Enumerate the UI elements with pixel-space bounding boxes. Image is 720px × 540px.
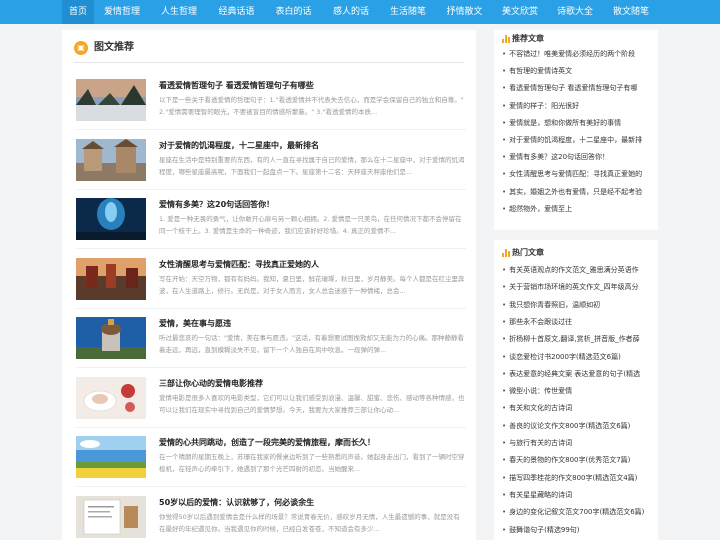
article-item[interactable]: 对于爱情的饥渴程度，十二星座中，最新排名星座在生活中是特别重要的东西，有的人一直… (76, 139, 466, 191)
image-icon: ▣ (74, 41, 88, 55)
nav-item[interactable]: 表白的话 (265, 0, 322, 24)
sidebar-article-link[interactable]: 那些永不会跟谈过往 (502, 314, 654, 330)
top-navigation: 首页 爱情哲理 人生哲理 经典话语 表白的话 感人的话 生活随笔 抒情散文 美文欣赏 诗歌大全 散文… (0, 0, 720, 24)
article-summary: 1. 爱是一种无畏的勇气，让你敢开心扉与另一颗心相拥。2. 爱情是一只美鸟，在任… (159, 215, 462, 235)
nav-item[interactable]: 人生哲理 (150, 0, 208, 24)
sidebar-article-link[interactable]: 有关星星藏略的诗词 (502, 487, 654, 503)
article-divider (76, 427, 466, 428)
sidebar-article-link[interactable]: 善良的议论文作文800字(精选范文6篇) (502, 418, 654, 434)
sidebar-article-link[interactable]: 鼓舞谐句子(精选99句) (502, 522, 654, 538)
article-divider (76, 486, 466, 487)
article-summary: 你觉得50岁以后遇到爱情会是什么样的场景？常说青春无价，感叹岁月无情，人生最遗憾… (159, 513, 460, 533)
article-divider (76, 308, 466, 309)
sidebar-article-link[interactable]: 身边的变化记叙文范文700字(精选范文6篇) (502, 504, 654, 520)
section-divider (74, 62, 464, 63)
sidebar-article-link[interactable]: 对于爱情的饥渴程度，十二星座中，最新排 (502, 132, 654, 148)
recommended-title: 推荐文章 (512, 34, 544, 43)
article-divider (76, 367, 466, 368)
article-item[interactable]: 爱情的心共同跳动，创造了一段完美的爱情旅程，摩而长久！ 在一个晴朗的星期五晚上，苏… (76, 436, 466, 488)
article-item[interactable]: 爱情，美在事与愿违听过最悲哀的一句话："爱情，美在事与愿违。"这话，有着想要试图… (76, 317, 466, 369)
sidebar-article-link[interactable]: 超然物外，爱情至上 (502, 201, 654, 217)
article-divider (76, 248, 466, 249)
bar-chart-icon (502, 249, 510, 257)
article-title[interactable]: 看透爱情哲理句子 看透爱情哲理句子有哪些 (159, 80, 466, 91)
article-title[interactable]: 爱情，美在事与愿违 (159, 318, 466, 329)
article-thumbnail[interactable] (76, 317, 146, 359)
nav-item[interactable]: 散文随笔 (603, 0, 659, 24)
article-summary: 听过最悲哀的一句话："爱情，美在事与愿违。"这话，有着想要试图挽救却又无能为力的… (159, 334, 464, 354)
article-thumbnail[interactable] (76, 377, 146, 419)
article-title[interactable]: 爱情有多美？这20句话回答你！ (159, 199, 466, 210)
sidebar-article-link[interactable]: 看透爱情哲理句子 看透爱情哲理句子有哪 (502, 80, 654, 96)
article-title[interactable]: 女性清醒思考与爱情匹配：寻找真正爱她的人 (159, 259, 466, 270)
hot-articles-box: 热门文章 有关英语观点的作文范文_雅思满分英语作关于营销市场环境的英文作文_四年… (494, 240, 658, 540)
article-divider (76, 189, 466, 190)
sidebar-article-link[interactable]: 爱情的样子：阳光很好 (502, 98, 654, 114)
article-summary: 星座在生活中是特别重要的东西，有的人一直在寻找属于自己的爱情，那么在十二星座中，… (159, 156, 465, 176)
hot-title: 热门文章 (512, 248, 544, 257)
article-thumbnail[interactable] (76, 436, 146, 478)
article-item[interactable]: 女性清醒思考与爱情匹配：寻找真正爱她的人写在开始：天空万物，都有有妈妈。我知，夏… (76, 258, 466, 310)
sidebar-article-link[interactable]: 有关和文化的古诗词 (502, 400, 654, 416)
article-thumbnail[interactable] (76, 258, 146, 300)
sidebar-article-link[interactable]: 描写四季桂花的作文800字(精选范文4篇) (502, 470, 654, 486)
article-thumbnail[interactable] (76, 79, 146, 121)
article-title[interactable]: 50岁以后的爱情：认识就够了，何必谈余生 (159, 497, 466, 508)
featured-articles-panel: ▣ 图文推荐 看透爱情哲理句子 看透爱情哲理句子有哪些以下是一些关于看透爱情的哲… (62, 30, 476, 540)
nav-item[interactable]: 经典话语 (208, 0, 265, 24)
sidebar-article-link[interactable]: 不容错过！唯美爱情必须经历的两个阶段 (502, 46, 654, 62)
sidebar-article-link[interactable]: 爱情有多美？这20句话回答你！ (502, 149, 654, 165)
sidebar-article-link[interactable]: 谈恋爱检讨书2000字(精选范文6篇) (502, 349, 654, 365)
bar-chart-icon (502, 35, 510, 43)
sidebar-article-link[interactable]: 折杨柳十首原文,翻译,赏析_拼音版_作者薛 (502, 331, 654, 347)
article-divider (76, 129, 466, 130)
article-title[interactable]: 爱情的心共同跳动，创造了一段完美的爱情旅程，摩而长久！ (159, 437, 466, 448)
article-summary: 在一个晴朗的星期五晚上，苏珊在我家的餐桌边听到了一些熟悉的声音。她起身走出门，看… (159, 453, 465, 473)
article-thumbnail[interactable] (76, 139, 146, 181)
sidebar-article-link[interactable]: 关于营销市场环境的英文作文_四年级高分 (502, 279, 654, 295)
article-summary: 以下是一些关于看透爱情的哲理句子：1."看透爱情并不代表失去信心，而是学会保留自… (159, 96, 464, 116)
article-item[interactable]: 三部让你心动的爱情电影推荐爱情电影是很多人喜欢的电影类型，它们可以让我们感受到浪… (76, 377, 466, 429)
sidebar-article-link[interactable]: 微型小说：传世爱情 (502, 383, 654, 399)
sidebar-article-link[interactable]: 爱情就是，想和你做所有美好的事情 (502, 115, 654, 131)
section-title: 图文推荐 (94, 42, 134, 53)
article-thumbnail[interactable] (76, 496, 146, 538)
nav-item[interactable]: 抒情散文 (436, 0, 493, 24)
sidebar-article-link[interactable]: 我只想你青春照旧，温顺如初 (502, 297, 654, 313)
nav-item[interactable]: 诗歌大全 (547, 0, 603, 24)
nav-item[interactable]: 爱情哲理 (94, 0, 150, 24)
article-title[interactable]: 三部让你心动的爱情电影推荐 (159, 378, 466, 389)
article-item[interactable]: 50岁以后的爱情：认识就够了，何必谈余生你觉得50岁以后遇到爱情会是什么样的场景… (76, 496, 466, 540)
article-title[interactable]: 对于爱情的饥渴程度，十二星座中，最新排名 (159, 140, 466, 151)
article-item[interactable]: 爱情有多美？这20句话回答你！ 1. 爱是一种无畏的勇气，让你敢开心扉与另一颗心相… (76, 198, 466, 250)
sidebar-article-link[interactable]: 春天的景物的作文800字(优秀范文7篇) (502, 452, 654, 468)
sidebar-article-link[interactable]: 表达爱意的经典文案 表达爱意的句子(精选 (502, 366, 654, 382)
nav-item[interactable]: 感人的话 (322, 0, 380, 24)
article-item[interactable]: 看透爱情哲理句子 看透爱情哲理句子有哪些以下是一些关于看透爱情的哲理句子：1."… (76, 79, 466, 131)
sidebar-article-link[interactable]: 有关英语观点的作文范文_雅思满分英语作 (502, 262, 654, 278)
sidebar-article-link[interactable]: 女性清醒思考与爱情匹配：寻找真正爱她的 (502, 166, 654, 182)
nav-item-home[interactable]: 首页 (62, 0, 94, 24)
sidebar-article-link[interactable]: 与旅行有关的古诗词 (502, 435, 654, 451)
sidebar-article-link[interactable]: 有哲理的爱情诗英文 (502, 63, 654, 79)
sidebar-article-link[interactable]: 其实，婚姻之外也有爱情，只是经不起考验 (502, 184, 654, 200)
article-thumbnail[interactable] (76, 198, 146, 240)
nav-item[interactable]: 生活随笔 (380, 0, 436, 24)
recommended-articles-box: 推荐文章 不容错过！唯美爱情必须经历的两个阶段有哲理的爱情诗英文看透爱情哲理句子… (494, 30, 658, 230)
article-summary: 写在开始：天空万物，都有有妈妈。我知，夏日里，鲜花璀璨，秋日里，岁月静美。每个人… (159, 275, 465, 295)
nav-item[interactable]: 美文欣赏 (493, 0, 547, 24)
article-summary: 爱情电影是很多人喜欢的电影类型，它们可以让我们感受到浪漫、温馨、甜蜜、悲伤、感动… (159, 394, 465, 414)
